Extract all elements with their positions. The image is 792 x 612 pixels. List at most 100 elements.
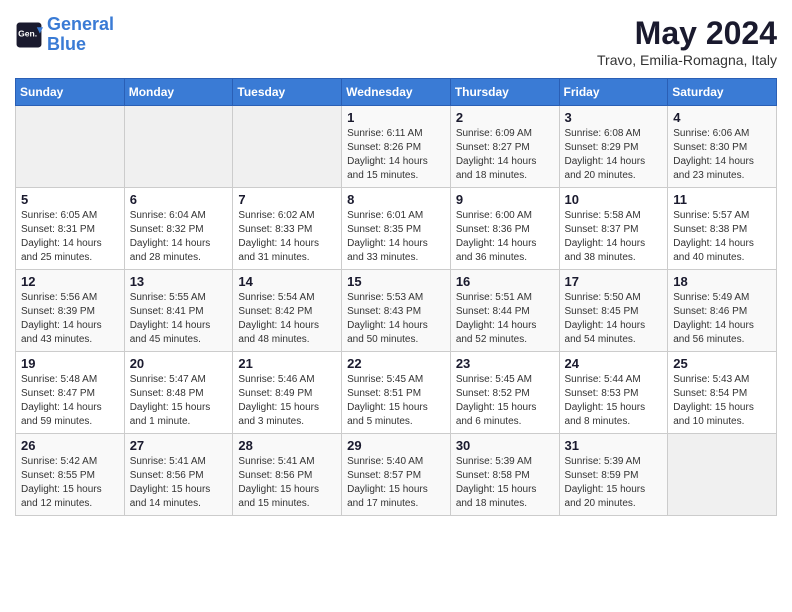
day-info: Sunrise: 5:47 AM Sunset: 8:48 PM Dayligh…: [130, 373, 228, 429]
day-number: 22: [347, 356, 445, 371]
day-number: 13: [130, 274, 228, 289]
day-info: Sunrise: 5:41 AM Sunset: 8:56 PM Dayligh…: [130, 455, 228, 511]
calendar-cell: 26 Sunrise: 5:42 AM Sunset: 8:55 PM Dayli…: [16, 434, 125, 516]
calendar-cell: 25 Sunrise: 5:43 AM Sunset: 8:54 PM Dayli…: [668, 352, 777, 434]
day-info: Sunrise: 5:46 AM Sunset: 8:49 PM Dayligh…: [238, 373, 336, 429]
day-info: Sunrise: 6:11 AM Sunset: 8:26 PM Dayligh…: [347, 127, 445, 183]
header-row: SundayMondayTuesdayWednesdayThursdayFrid…: [16, 79, 777, 106]
day-number: 1: [347, 110, 445, 125]
calendar-cell: 23Sunrise: 5:45 AM Sunset: 8:52 PM Dayli…: [450, 352, 559, 434]
calendar-cell: [668, 434, 777, 516]
calendar-cell: 29 Sunrise: 5:40 AM Sunset: 8:57 PM Dayli…: [342, 434, 451, 516]
day-info: Sunrise: 5:50 AM Sunset: 8:45 PM Dayligh…: [565, 291, 663, 347]
calendar-cell: [233, 106, 342, 188]
day-info: Sunrise: 5:39 AM Sunset: 8:58 PM Dayligh…: [456, 455, 554, 511]
day-number: 5: [21, 192, 119, 207]
day-number: 19: [21, 356, 119, 371]
day-info: Sunrise: 6:09 AM Sunset: 8:27 PM Dayligh…: [456, 127, 554, 183]
week-row-3: 19 Sunrise: 5:48 AM Sunset: 8:47 PM Dayli…: [16, 352, 777, 434]
day-info: Sunrise: 5:49 AM Sunset: 8:46 PM Dayligh…: [673, 291, 771, 347]
day-info: Sunrise: 5:57 AM Sunset: 8:38 PM Dayligh…: [673, 209, 771, 265]
day-number: 29: [347, 438, 445, 453]
calendar-cell: 24 Sunrise: 5:44 AM Sunset: 8:53 PM Dayli…: [559, 352, 668, 434]
calendar-cell: 8 Sunrise: 6:01 AM Sunset: 8:35 PM Daylig…: [342, 188, 451, 270]
day-number: 27: [130, 438, 228, 453]
day-info: Sunrise: 6:01 AM Sunset: 8:35 PM Dayligh…: [347, 209, 445, 265]
calendar-cell: 31 Sunrise: 5:39 AM Sunset: 8:59 PM Dayli…: [559, 434, 668, 516]
calendar-cell: 21 Sunrise: 5:46 AM Sunset: 8:49 PM Dayli…: [233, 352, 342, 434]
day-info: Sunrise: 6:02 AM Sunset: 8:33 PM Dayligh…: [238, 209, 336, 265]
day-info: Sunrise: 5:53 AM Sunset: 8:43 PM Dayligh…: [347, 291, 445, 347]
day-number: 6: [130, 192, 228, 207]
week-row-4: 26 Sunrise: 5:42 AM Sunset: 8:55 PM Dayli…: [16, 434, 777, 516]
day-info: Sunrise: 5:51 AM Sunset: 8:44 PM Dayligh…: [456, 291, 554, 347]
location-subtitle: Travo, Emilia-Romagna, Italy: [597, 52, 777, 68]
day-number: 9: [456, 192, 554, 207]
day-number: 31: [565, 438, 663, 453]
day-number: 16: [456, 274, 554, 289]
calendar-cell: 22Sunrise: 5:45 AM Sunset: 8:51 PM Dayli…: [342, 352, 451, 434]
day-number: 21: [238, 356, 336, 371]
calendar-cell: 16 Sunrise: 5:51 AM Sunset: 8:44 PM Dayli…: [450, 270, 559, 352]
day-info: Sunrise: 5:41 AM Sunset: 8:56 PM Dayligh…: [238, 455, 336, 511]
day-info: Sunrise: 5:58 AM Sunset: 8:37 PM Dayligh…: [565, 209, 663, 265]
calendar-cell: 13 Sunrise: 5:55 AM Sunset: 8:41 PM Dayli…: [124, 270, 233, 352]
week-row-2: 12Sunrise: 5:56 AM Sunset: 8:39 PM Dayli…: [16, 270, 777, 352]
calendar-cell: 28 Sunrise: 5:41 AM Sunset: 8:56 PM Dayli…: [233, 434, 342, 516]
day-number: 25: [673, 356, 771, 371]
day-number: 15: [347, 274, 445, 289]
day-info: Sunrise: 5:42 AM Sunset: 8:55 PM Dayligh…: [21, 455, 119, 511]
day-info: Sunrise: 6:06 AM Sunset: 8:30 PM Dayligh…: [673, 127, 771, 183]
calendar-cell: 4 Sunrise: 6:06 AM Sunset: 8:30 PM Daylig…: [668, 106, 777, 188]
day-info: Sunrise: 5:55 AM Sunset: 8:41 PM Dayligh…: [130, 291, 228, 347]
logo: Gen. GeneralBlue: [15, 15, 114, 55]
day-info: Sunrise: 5:43 AM Sunset: 8:54 PM Dayligh…: [673, 373, 771, 429]
calendar-cell: 6 Sunrise: 6:04 AM Sunset: 8:32 PM Daylig…: [124, 188, 233, 270]
day-info: Sunrise: 5:39 AM Sunset: 8:59 PM Dayligh…: [565, 455, 663, 511]
calendar-cell: 9 Sunrise: 6:00 AM Sunset: 8:36 PM Daylig…: [450, 188, 559, 270]
calendar-cell: 19 Sunrise: 5:48 AM Sunset: 8:47 PM Dayli…: [16, 352, 125, 434]
month-title: May 2024: [597, 15, 777, 52]
header-day-friday: Friday: [559, 79, 668, 106]
week-row-0: 1 Sunrise: 6:11 AM Sunset: 8:26 PM Daylig…: [16, 106, 777, 188]
day-number: 20: [130, 356, 228, 371]
header-day-saturday: Saturday: [668, 79, 777, 106]
day-info: Sunrise: 5:56 AM Sunset: 8:39 PM Dayligh…: [21, 291, 119, 347]
calendar-cell: 7Sunrise: 6:02 AM Sunset: 8:33 PM Daylig…: [233, 188, 342, 270]
day-number: 18: [673, 274, 771, 289]
title-block: May 2024 Travo, Emilia-Romagna, Italy: [597, 15, 777, 68]
calendar-cell: 30Sunrise: 5:39 AM Sunset: 8:58 PM Dayli…: [450, 434, 559, 516]
calendar-cell: 17 Sunrise: 5:50 AM Sunset: 8:45 PM Dayli…: [559, 270, 668, 352]
calendar-table: SundayMondayTuesdayWednesdayThursdayFrid…: [15, 78, 777, 516]
day-info: Sunrise: 5:40 AM Sunset: 8:57 PM Dayligh…: [347, 455, 445, 511]
calendar-cell: [16, 106, 125, 188]
calendar-cell: 3Sunrise: 6:08 AM Sunset: 8:29 PM Daylig…: [559, 106, 668, 188]
calendar-cell: 12Sunrise: 5:56 AM Sunset: 8:39 PM Dayli…: [16, 270, 125, 352]
calendar-cell: 18 Sunrise: 5:49 AM Sunset: 8:46 PM Dayli…: [668, 270, 777, 352]
day-info: Sunrise: 6:04 AM Sunset: 8:32 PM Dayligh…: [130, 209, 228, 265]
calendar-cell: 10Sunrise: 5:58 AM Sunset: 8:37 PM Dayli…: [559, 188, 668, 270]
day-number: 24: [565, 356, 663, 371]
day-number: 8: [347, 192, 445, 207]
day-number: 2: [456, 110, 554, 125]
header-day-thursday: Thursday: [450, 79, 559, 106]
day-number: 26: [21, 438, 119, 453]
day-info: Sunrise: 5:48 AM Sunset: 8:47 PM Dayligh…: [21, 373, 119, 429]
day-number: 4: [673, 110, 771, 125]
svg-text:Gen.: Gen.: [18, 28, 37, 38]
day-info: Sunrise: 6:00 AM Sunset: 8:36 PM Dayligh…: [456, 209, 554, 265]
day-number: 28: [238, 438, 336, 453]
header-day-monday: Monday: [124, 79, 233, 106]
week-row-1: 5 Sunrise: 6:05 AM Sunset: 8:31 PM Daylig…: [16, 188, 777, 270]
calendar-cell: 20 Sunrise: 5:47 AM Sunset: 8:48 PM Dayli…: [124, 352, 233, 434]
day-info: Sunrise: 5:44 AM Sunset: 8:53 PM Dayligh…: [565, 373, 663, 429]
calendar-cell: 1 Sunrise: 6:11 AM Sunset: 8:26 PM Daylig…: [342, 106, 451, 188]
header-day-tuesday: Tuesday: [233, 79, 342, 106]
calendar-cell: 2 Sunrise: 6:09 AM Sunset: 8:27 PM Daylig…: [450, 106, 559, 188]
day-number: 11: [673, 192, 771, 207]
day-info: Sunrise: 6:05 AM Sunset: 8:31 PM Dayligh…: [21, 209, 119, 265]
day-number: 23: [456, 356, 554, 371]
calendar-cell: [124, 106, 233, 188]
day-number: 17: [565, 274, 663, 289]
calendar-body: 1 Sunrise: 6:11 AM Sunset: 8:26 PM Daylig…: [16, 106, 777, 516]
